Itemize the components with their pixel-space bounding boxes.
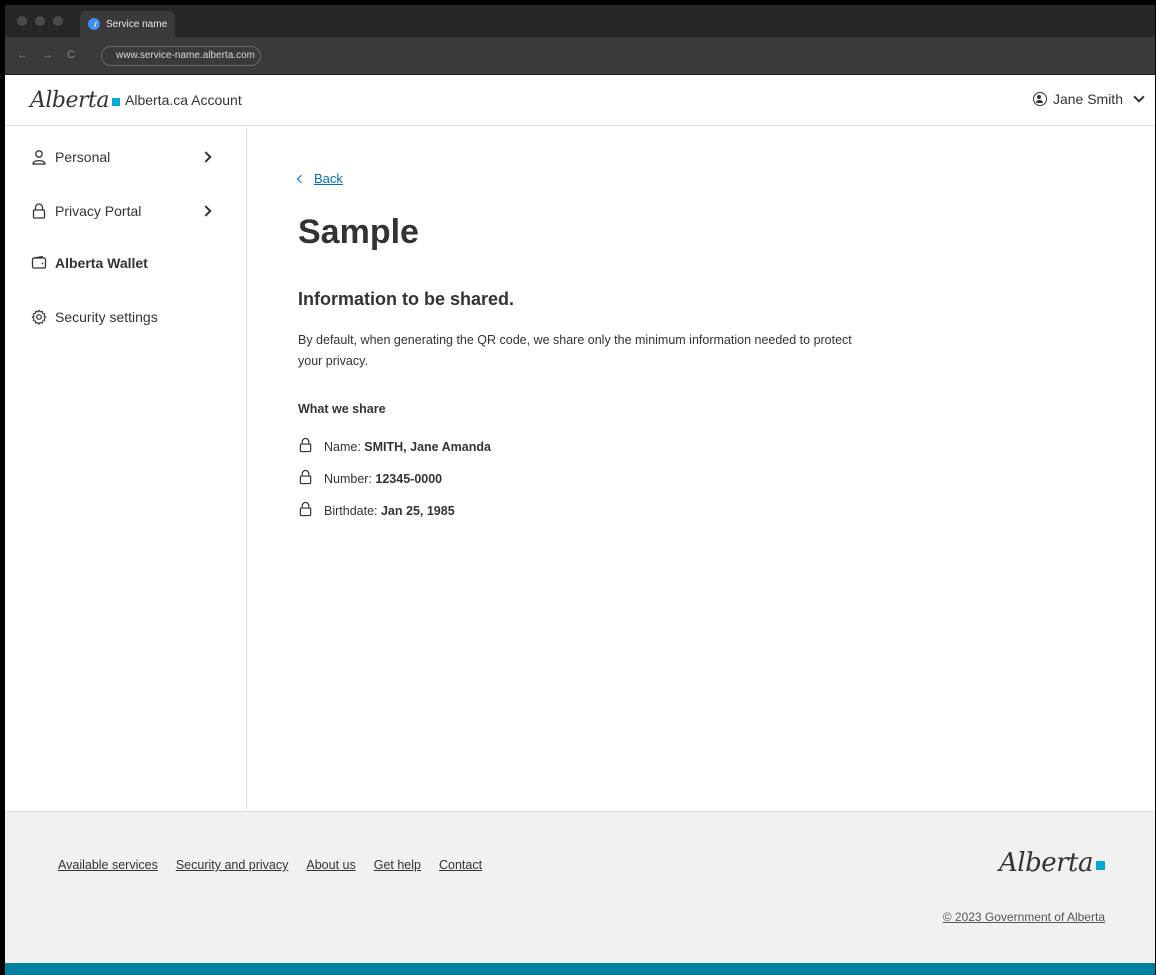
share-item-label: Number: bbox=[324, 471, 376, 486]
alberta-logo[interactable]: Alberta bbox=[30, 88, 120, 113]
sidebar-item-label: Security settings bbox=[55, 309, 158, 325]
tab-title: Service name bbox=[106, 18, 168, 30]
chevron-left-icon bbox=[296, 174, 306, 183]
chevron-right-icon bbox=[200, 151, 212, 163]
share-item-label: Birthdate: bbox=[324, 503, 381, 518]
sidebar: Personal Privacy Portal Alberta Wallet S… bbox=[5, 127, 247, 810]
logo-square-icon bbox=[112, 98, 120, 106]
lock-icon bbox=[298, 501, 313, 520]
share-item-label: Name: bbox=[324, 439, 365, 454]
footer-link-available-services[interactable]: Available services bbox=[58, 858, 158, 872]
user-circle-icon bbox=[1032, 92, 1047, 106]
sidebar-item-security-settings[interactable]: Security settings bbox=[30, 305, 215, 329]
browser-tabbar: Service name bbox=[5, 5, 1155, 37]
section-title: Information to be shared. bbox=[298, 289, 515, 309]
lock-icon bbox=[298, 469, 313, 488]
footer-alberta-logo[interactable]: Alberta bbox=[999, 848, 1105, 878]
url-bar[interactable]: www.service-name.alberta.com bbox=[101, 46, 261, 66]
logo-text: Alberta bbox=[30, 88, 110, 113]
logo-square-icon bbox=[1096, 861, 1105, 870]
share-item-birthdate: Birthdate: Jan 25, 1985 bbox=[298, 501, 455, 520]
share-item-value: SMITH, Jane Amanda bbox=[364, 439, 491, 454]
browser-toolbar: ← → C www.service-name.alberta.com bbox=[5, 37, 1155, 75]
footer-link-get-help[interactable]: Get help bbox=[374, 858, 421, 872]
footer-link-about-us[interactable]: About us bbox=[306, 858, 355, 872]
footer: Available services Security and privacy … bbox=[5, 811, 1155, 963]
chevron-right-icon bbox=[200, 205, 212, 217]
lock-icon bbox=[30, 202, 48, 220]
app-header: Alberta Alberta.ca Account Jane Smith bbox=[5, 76, 1155, 126]
window-maximize-button[interactable] bbox=[53, 16, 63, 26]
sidebar-item-label: Alberta Wallet bbox=[55, 255, 148, 271]
share-item-value: 12345-0000 bbox=[375, 471, 443, 486]
description-text: By default, when generating the QR code,… bbox=[298, 333, 852, 368]
share-item-name: Name: SMITH, Jane Amanda bbox=[298, 437, 491, 456]
logo-text: Alberta bbox=[999, 848, 1094, 878]
user-menu[interactable]: Jane Smith bbox=[1032, 90, 1145, 107]
browser-window: Service name ← → C www.service-name.albe… bbox=[5, 5, 1155, 975]
footer-links: Available services Security and privacy … bbox=[58, 858, 482, 872]
sidebar-item-label: Personal bbox=[55, 149, 111, 165]
sidebar-item-personal[interactable]: Personal bbox=[30, 145, 215, 169]
copyright-link[interactable]: © 2023 Government of Alberta bbox=[943, 910, 1105, 924]
footer-link-contact[interactable]: Contact bbox=[439, 858, 482, 872]
back-arrow-icon[interactable]: ← bbox=[17, 49, 28, 61]
gear-icon bbox=[30, 308, 48, 326]
favicon-icon bbox=[88, 18, 100, 30]
footer-link-security-privacy[interactable]: Security and privacy bbox=[176, 858, 289, 872]
chevron-down-icon bbox=[1133, 90, 1145, 103]
lock-icon bbox=[298, 437, 313, 456]
sidebar-item-privacy-portal[interactable]: Privacy Portal bbox=[30, 199, 215, 223]
person-icon bbox=[30, 148, 48, 166]
sidebar-item-alberta-wallet[interactable]: Alberta Wallet bbox=[30, 251, 215, 275]
reload-icon[interactable]: C bbox=[67, 49, 75, 61]
forward-arrow-icon[interactable]: → bbox=[42, 49, 53, 61]
share-item-value: Jan 25, 1985 bbox=[380, 503, 455, 518]
wallet-icon bbox=[30, 254, 48, 272]
sidebar-item-label: Privacy Portal bbox=[55, 203, 142, 219]
back-link[interactable]: Back bbox=[296, 171, 343, 186]
account-title: Alberta.ca Account bbox=[125, 92, 242, 108]
footer-accent-bar bbox=[5, 963, 1155, 975]
screen-frame: Service name ← → C www.service-name.albe… bbox=[0, 0, 1156, 975]
share-heading: What we share bbox=[298, 402, 386, 416]
back-link-label: Back bbox=[314, 171, 343, 186]
window-close-button[interactable] bbox=[17, 16, 27, 26]
window-minimize-button[interactable] bbox=[35, 16, 45, 26]
browser-tab[interactable]: Service name bbox=[80, 11, 175, 37]
user-name: Jane Smith bbox=[1052, 91, 1123, 107]
main-content: Back Sample Information to be shared. By… bbox=[248, 127, 1155, 810]
share-item-number: Number: 12345-0000 bbox=[298, 469, 442, 488]
page-title: Sample bbox=[298, 213, 419, 251]
